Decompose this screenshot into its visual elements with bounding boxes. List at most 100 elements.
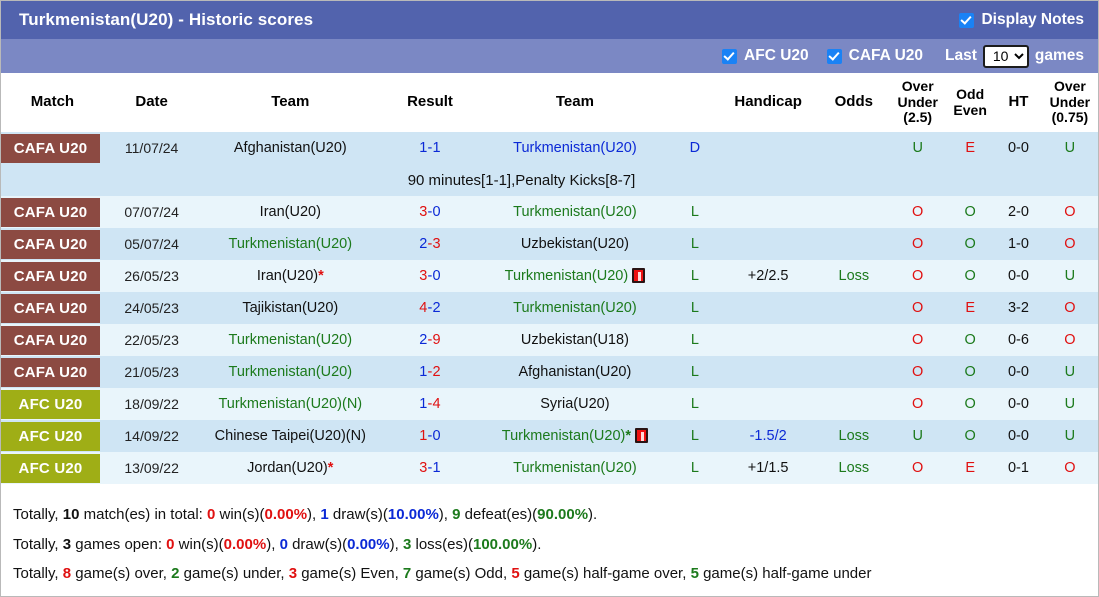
team-name: Turkmenistan(U20) — [513, 460, 637, 477]
summary-half-under-count: 5 — [690, 564, 699, 582]
cafa-u20-checkbox[interactable] — [826, 48, 842, 64]
score-away: 2 — [432, 300, 441, 317]
col-header-result[interactable]: Result — [381, 73, 479, 133]
cell-result[interactable]: 3-0 — [381, 196, 479, 229]
col-header-handicap[interactable]: Handicap — [718, 73, 818, 133]
cell-result[interactable]: 2-9 — [381, 324, 479, 357]
cell-result[interactable]: 1-0 — [381, 420, 479, 453]
competition-badge[interactable]: CAFA U20 — [1, 357, 100, 387]
cell-competition[interactable]: CAFA U20 — [1, 356, 104, 389]
competition-badge[interactable]: CAFA U20 — [1, 261, 100, 291]
cell-competition[interactable]: AFC U20 — [1, 420, 104, 453]
team-name: Turkmenistan(U20) — [513, 204, 637, 221]
competition-badge[interactable]: AFC U20 — [1, 389, 100, 419]
cell-result[interactable]: 4-2 — [381, 292, 479, 325]
cell-away-team[interactable]: Turkmenistan(U20) — [478, 452, 671, 485]
summary-open-draws: 0 — [279, 535, 288, 553]
table-row[interactable]: CAFA U20 07/07/24 Iran(U20) 3-0 Turkmenistan… — [1, 196, 1098, 229]
team-name: Turkmenistan(U20)(N) — [218, 396, 363, 413]
cell-over-under-25: O — [890, 260, 946, 293]
table-row[interactable]: CAFA U20 21/05/23 Turkmenistan(U20) 1-2 Afgh… — [1, 356, 1098, 389]
last-games-select[interactable]: 510203050 — [982, 44, 1029, 68]
cell-competition[interactable]: CAFA U20 — [1, 196, 104, 229]
summary-open-wins: 0 — [166, 535, 175, 553]
cell-result[interactable]: 2-3 — [381, 228, 479, 261]
summary-l2-t8: ). — [532, 535, 542, 553]
table-row[interactable]: AFC U20 14/09/22 Chinese Taipei(U20)(N) 1-0… — [1, 420, 1098, 453]
filter-cafa-u20[interactable]: CAFA U20 — [826, 47, 923, 65]
competition-badge[interactable]: CAFA U20 — [1, 197, 100, 227]
col-header-odds[interactable]: Odds — [817, 73, 891, 133]
cell-result[interactable]: 1-1 — [381, 132, 479, 165]
cell-competition[interactable]: CAFA U20 — [1, 260, 104, 293]
table-row[interactable]: CAFA U20 05/07/24 Turkmenistan(U20) 2-3 Uzbe… — [1, 228, 1098, 261]
table-row[interactable]: CAFA U20 11/07/24 Afghanistan(U20) 1-1 Turkm… — [1, 132, 1098, 165]
competition-badge[interactable]: CAFA U20 — [1, 293, 100, 323]
cell-odds — [817, 356, 891, 389]
cell-away-team[interactable]: Syria(U20) — [478, 388, 671, 421]
display-notes-checkbox[interactable] — [959, 12, 975, 28]
cell-half-time: 0-0 — [995, 420, 1042, 453]
cell-home-team[interactable]: Iran(U20)* — [199, 260, 382, 293]
cell-away-team[interactable]: Turkmenistan(U20) — [478, 260, 671, 293]
table-row[interactable]: CAFA U20 22/05/23 Turkmenistan(U20) 2-9 Uzbe… — [1, 324, 1098, 357]
competition-badge[interactable]: AFC U20 — [1, 421, 100, 451]
cell-result[interactable]: 3-1 — [381, 452, 479, 485]
competition-badge[interactable]: CAFA U20 — [1, 325, 100, 355]
col-header-ht[interactable]: HT — [995, 73, 1042, 133]
cell-competition[interactable]: CAFA U20 — [1, 324, 104, 357]
col-header-home-team[interactable]: Team — [199, 73, 382, 133]
cell-home-team[interactable]: Chinese Taipei(U20)(N) — [199, 420, 382, 453]
cell-competition[interactable]: AFC U20 — [1, 452, 104, 485]
col-header-over-under-25[interactable]: Over Under (2.5) — [890, 73, 946, 133]
cell-home-team[interactable]: Turkmenistan(U20)(N) — [199, 388, 382, 421]
competition-badge[interactable]: CAFA U20 — [1, 229, 100, 259]
cell-date: 26/05/23 — [103, 260, 200, 293]
table-row[interactable]: AFC U20 13/09/22 Jordan(U20)* 3-1 Turkmenist… — [1, 452, 1098, 485]
display-notes-toggle[interactable]: Display Notes — [959, 11, 1084, 29]
cell-over-under-25: O — [890, 196, 946, 229]
table-row[interactable]: CAFA U20 26/05/23 Iran(U20)* 3-0 Turkmenista… — [1, 260, 1098, 293]
cell-competition[interactable]: AFC U20 — [1, 388, 104, 421]
cell-date: 05/07/24 — [103, 228, 200, 261]
summary-l3-t1: Totally, — [13, 564, 63, 582]
summary-odd-count: 7 — [402, 564, 412, 582]
cell-home-team[interactable]: Iran(U20) — [199, 196, 382, 229]
cell-competition[interactable]: CAFA U20 — [1, 132, 104, 165]
col-header-date[interactable]: Date — [103, 73, 200, 133]
cell-home-team[interactable]: Jordan(U20)* — [199, 452, 382, 485]
cell-away-team[interactable]: Uzbekistan(U20) — [478, 228, 671, 261]
cell-away-team[interactable]: Turkmenistan(U20)* — [478, 420, 671, 453]
cell-home-team[interactable]: Turkmenistan(U20) — [199, 228, 382, 261]
table-header-row: Match Date Team Result Team Handicap Odd… — [1, 73, 1098, 133]
cell-competition[interactable]: CAFA U20 — [1, 292, 104, 325]
cell-home-team[interactable]: Turkmenistan(U20) — [199, 324, 382, 357]
competition-badge[interactable]: CAFA U20 — [1, 133, 100, 163]
cell-result[interactable]: 1-2 — [381, 356, 479, 389]
cell-away-team[interactable]: Turkmenistan(U20) — [478, 196, 671, 229]
cell-result[interactable]: 3-0 — [381, 260, 479, 293]
cell-away-team[interactable]: Turkmenistan(U20) — [478, 292, 671, 325]
cell-competition[interactable]: CAFA U20 — [1, 228, 104, 261]
cell-away-team[interactable]: Afghanistan(U20) — [478, 356, 671, 389]
cell-date: 13/09/22 — [103, 452, 200, 485]
summary-open-draw-pct: 0.00% — [347, 535, 390, 553]
table-row[interactable]: AFC U20 18/09/22 Turkmenistan(U20)(N) 1-4 Sy… — [1, 388, 1098, 421]
afc-u20-checkbox[interactable] — [722, 48, 738, 64]
col-header-away-team[interactable]: Team — [478, 73, 671, 133]
cell-home-team[interactable]: Turkmenistan(U20) — [199, 356, 382, 389]
cell-result[interactable]: 1-4 — [381, 388, 479, 421]
cell-away-team[interactable]: Uzbekistan(U18) — [478, 324, 671, 357]
col-header-match[interactable]: Match — [1, 73, 104, 133]
competition-badge[interactable]: AFC U20 — [1, 453, 100, 483]
cell-home-team[interactable]: Tajikistan(U20) — [199, 292, 382, 325]
table-body: CAFA U20 11/07/24 Afghanistan(U20) 1-1 Turkm… — [1, 132, 1098, 485]
filter-afc-u20[interactable]: AFC U20 — [722, 47, 809, 65]
col-header-odd-even[interactable]: Odd Even — [945, 73, 996, 133]
cell-home-team[interactable]: Afghanistan(U20) — [199, 132, 382, 165]
cell-away-team[interactable]: Turkmenistan(U20) — [478, 132, 671, 165]
cafa-u20-label: CAFA U20 — [848, 47, 923, 64]
col-header-over-under-075[interactable]: Over Under (0.75) — [1041, 73, 1098, 133]
table-row[interactable]: CAFA U20 24/05/23 Tajikistan(U20) 4-2 Turkme… — [1, 292, 1098, 325]
summary-defeat-pct: 90.00% — [537, 506, 589, 524]
